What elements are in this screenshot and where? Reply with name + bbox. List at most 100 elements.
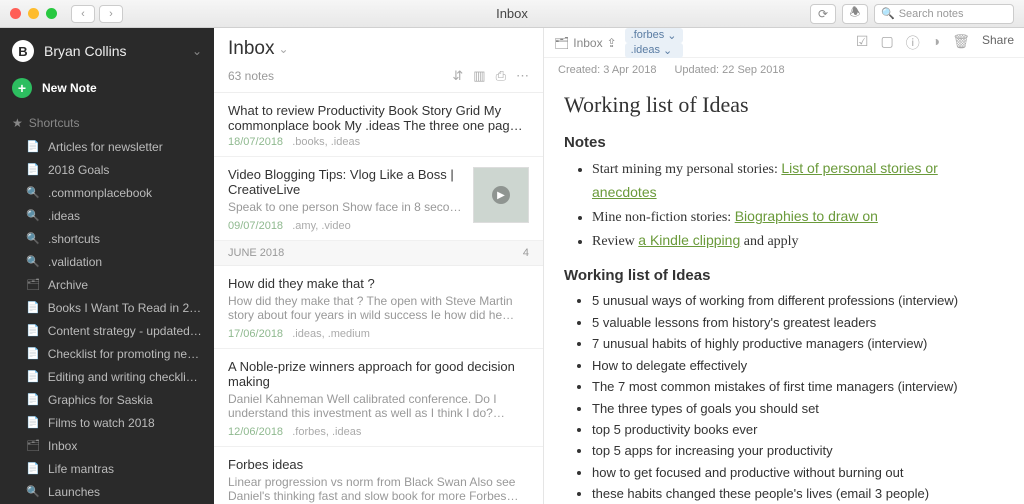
new-note-button[interactable]: + New Note [0, 70, 214, 112]
sidebar-item[interactable]: 📄 Content strategy - updated Marc… [0, 320, 214, 343]
share-button[interactable]: Share [982, 33, 1014, 53]
avatar: B [12, 40, 34, 62]
inline-link[interactable]: a Kindle clipping [638, 232, 740, 248]
item-icon: 📄 [26, 300, 40, 317]
list-item: 5 valuable lessons from history's greate… [592, 312, 1004, 333]
sidebar-item[interactable]: 📄Articles for newsletter [0, 136, 214, 159]
created-date: Created: 3 Apr 2018 [558, 64, 656, 76]
history-icon[interactable]: ◑ [932, 33, 940, 53]
note-item-snippet: Linear progression vs norm from Black Sw… [228, 475, 529, 503]
notebook-crumb[interactable]: 🗂 Inbox ⇪ [554, 36, 617, 50]
item-icon: 📄 [26, 461, 40, 478]
note-item-meta: 12/06/2018 .forbes, .ideas [228, 426, 529, 438]
item-icon: 📄 [26, 415, 40, 432]
shortcuts-header[interactable]: ★ Shortcuts [0, 112, 214, 136]
item-icon: 🔍 [26, 484, 40, 501]
tag-pill[interactable]: .forbes ⌄ [625, 28, 683, 43]
chevron-down-icon: ⌄ [192, 44, 202, 58]
inline-link[interactable]: Biographies to draw on [735, 208, 878, 224]
sidebar-item-label: Archive [48, 277, 88, 294]
list-item: how to get focused and productive withou… [592, 462, 1004, 483]
item-icon: 📄 [26, 392, 40, 409]
new-note-label: New Note [42, 81, 97, 95]
item-icon: 🔍 [26, 185, 40, 202]
sidebar-item[interactable]: 📄 Graphics for Saskia [0, 389, 214, 412]
sidebar-item[interactable]: 🔍.validation [0, 251, 214, 274]
sidebar-item[interactable]: 📄Books I Want To Read in 2018 [0, 297, 214, 320]
sidebar-item-label: .ideas [48, 208, 80, 225]
sidebar-item-label: Checklist for promoting new blo… [48, 346, 202, 363]
chevron-down-icon: ⌄ [278, 42, 288, 56]
item-icon: 🔍 [26, 208, 40, 225]
back-button[interactable]: ‹ [71, 5, 95, 23]
sidebar-item[interactable]: 🔍 Launches [0, 481, 214, 504]
sidebar-item-label: Content strategy - updated Marc… [48, 323, 202, 340]
note-item-snippet: Speak to one person Show face in 8 secon… [228, 200, 463, 214]
note-item[interactable]: A Noble-prize winners approach for good … [214, 349, 543, 447]
search-input[interactable]: 🔍 Search notes [874, 4, 1014, 24]
note-item[interactable]: How did they make that ?How did they mak… [214, 266, 543, 349]
item-icon: 📄 [26, 162, 40, 179]
chevron-down-icon: ⌄ [667, 29, 676, 42]
sidebar-item-label: 2018 Goals [48, 162, 109, 179]
sidebar-item[interactable]: 🔍 .shortcuts [0, 228, 214, 251]
sidebar-item[interactable]: 🔍.commonplacebook [0, 182, 214, 205]
note-item-meta: 09/07/2018 .amy, .video [228, 220, 463, 232]
present-icon[interactable]: ▢ [880, 33, 893, 53]
search-placeholder: Search notes [899, 8, 964, 20]
zoom-icon[interactable] [46, 8, 57, 19]
updated-date: Updated: 22 Sep 2018 [674, 64, 784, 76]
sidebar-item[interactable]: 🗂Archive [0, 274, 214, 297]
item-icon: 🗂 [26, 438, 40, 455]
note-item-title: A Noble-prize winners approach for good … [228, 359, 529, 389]
sidebar-item[interactable]: 🔍 .ideas [0, 205, 214, 228]
window-controls [0, 8, 57, 19]
note-item-title: What to review Productivity Book Story G… [228, 103, 529, 133]
note-item[interactable]: What to review Productivity Book Story G… [214, 93, 543, 157]
sidebar-item[interactable]: 📄 Checklist for promoting new blo… [0, 343, 214, 366]
item-icon: 🔍 [26, 231, 40, 248]
sidebar-item[interactable]: 🗂 Inbox [0, 435, 214, 458]
view-icon[interactable]: ▥ [473, 68, 485, 84]
sidebar-item-label: .shortcuts [48, 231, 100, 248]
info-icon[interactable]: ⓘ [906, 33, 920, 53]
notebook-icon: 🗂 [554, 36, 569, 50]
trash-icon[interactable]: 🗑 [952, 33, 970, 53]
filter-icon[interactable]: ⎙ [496, 68, 506, 84]
export-icon[interactable]: ⇪ [607, 36, 617, 50]
sync-button[interactable]: ⟳ [810, 4, 836, 24]
sidebar-item-label: Inbox [48, 438, 77, 455]
titlebar: ‹ › Inbox ⟳ 🕭 🔍 Search notes [0, 0, 1024, 28]
sidebar-item-label: Life mantras [48, 461, 114, 478]
forward-button[interactable]: › [99, 5, 123, 23]
minimize-icon[interactable] [28, 8, 39, 19]
list-item: The 7 most common mistakes of first time… [592, 376, 1004, 397]
sidebar-item-label: Films to watch 2018 [48, 415, 155, 432]
sidebar-item-label: Graphics for Saskia [48, 392, 153, 409]
sidebar-item-label: Editing and writing checklist for… [48, 369, 202, 386]
inline-link[interactable]: List of personal stories or anecdotes [592, 160, 938, 200]
activity-button[interactable]: 🕭 [842, 4, 868, 24]
more-icon[interactable]: ⋯ [516, 68, 529, 84]
tag-pill[interactable]: .ideas ⌄ [625, 43, 683, 58]
note-item[interactable]: Video Blogging Tips: Vlog Like a Boss | … [214, 157, 543, 241]
sidebar-item[interactable]: 📄 Films to watch 2018 [0, 412, 214, 435]
account-menu[interactable]: B Bryan Collins ⌄ [0, 28, 214, 70]
close-icon[interactable] [10, 8, 21, 19]
sidebar-item[interactable]: 📄 2018 Goals [0, 159, 214, 182]
sort-icon[interactable]: ⇵ [452, 68, 463, 84]
sidebar-item-label: Launches [48, 484, 100, 501]
star-icon: ★ [12, 116, 23, 130]
note-item[interactable]: Forbes ideas Linear progression vs norm f… [214, 447, 543, 504]
item-icon: 📄 [26, 346, 40, 363]
item-icon: 🔍 [26, 254, 40, 271]
sidebar-item[interactable]: 📄 Life mantras [0, 458, 214, 481]
chevron-down-icon: ⌄ [663, 44, 672, 57]
notebook-title[interactable]: Inbox ⌄ [228, 38, 529, 60]
note-title[interactable]: Working list of Ideas [564, 92, 1004, 118]
note-item-title: Forbes ideas [228, 457, 529, 472]
reminder-icon[interactable]: ☑ [856, 33, 869, 53]
sidebar-item[interactable]: 📄Editing and writing checklist for… [0, 366, 214, 389]
note-body[interactable]: Working list of Ideas Notes Start mining… [544, 82, 1024, 504]
item-icon: 📄 [26, 323, 40, 340]
